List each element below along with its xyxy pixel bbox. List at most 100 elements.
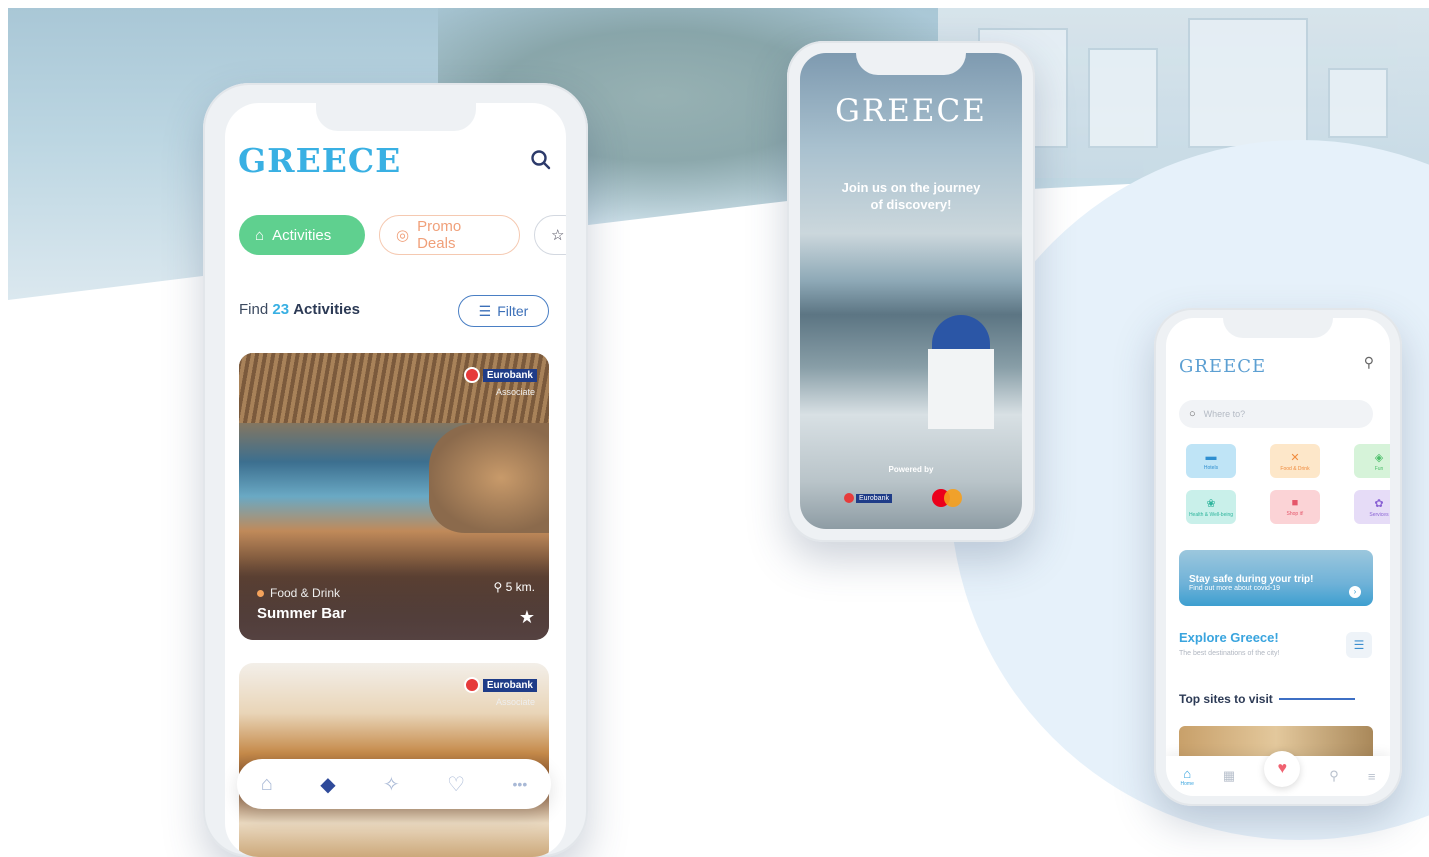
search-input[interactable]: ○ Where to?	[1179, 400, 1373, 428]
banner-subtitle: Find out more about covid-19	[1189, 585, 1281, 592]
phone-notch	[1223, 318, 1333, 338]
badge-sub: Associate	[495, 387, 535, 397]
tile-label: Fun	[1374, 465, 1384, 472]
explore-subtitle: The best destinations of the city!	[1179, 650, 1280, 657]
search-icon: ○	[1189, 408, 1196, 420]
eurobank-badge: Eurobank	[463, 367, 537, 383]
menu-icon[interactable]: ≡	[1368, 769, 1376, 784]
phone-home: GREECE ⚲ ○ Where to? ▬ Hotels ✕ Food & D…	[1154, 308, 1402, 806]
nav-home[interactable]: ⌂ Home	[1181, 766, 1194, 787]
category-shop[interactable]: ■ Shop it!	[1270, 490, 1320, 524]
church-building	[928, 349, 994, 429]
card-category: Food & Drink	[257, 586, 340, 600]
card-distance: ⚲ 5 km.	[494, 580, 535, 594]
search-placeholder: Where to?	[1203, 409, 1246, 419]
home-screen: GREECE ⚲ ○ Where to? ▬ Hotels ✕ Food & D…	[1166, 318, 1390, 796]
lotus-icon: ❀	[1206, 497, 1216, 510]
activities-screen: GREECE ⌂ Activities ◎ Promo Deals ☆ Find…	[225, 103, 566, 857]
bottom-nav: ⌂ Home ▦ ♥ ⚲ ≡	[1166, 751, 1390, 796]
find-suffix: Activities	[293, 301, 360, 318]
splash-logo: GREECE	[835, 93, 987, 129]
app-logo: GREECE	[1179, 356, 1267, 377]
bag-icon: ■	[1291, 497, 1299, 509]
find-count: 23	[272, 301, 290, 318]
sliders-icon[interactable]: ☰	[1346, 632, 1372, 658]
badge-label: Eurobank	[482, 368, 537, 382]
tile-label: Shop it!	[1286, 511, 1304, 517]
heart-icon[interactable]: ♡	[447, 772, 465, 797]
category-services[interactable]: ✿ Services	[1354, 490, 1390, 524]
phone-splash: GREECE Join us on the journey of discove…	[787, 41, 1035, 542]
covid-banner[interactable]: Stay safe during your trip! Find out mor…	[1179, 550, 1373, 606]
chip-promo-deals[interactable]: ◎ Promo Deals	[379, 215, 520, 255]
heading-rule	[1278, 698, 1355, 700]
category-fun[interactable]: ◈ Fun	[1354, 444, 1390, 478]
phone-activities: GREECE ⌂ Activities ◎ Promo Deals ☆ Find…	[203, 83, 588, 857]
category-hotels[interactable]: ▬ Hotels	[1186, 444, 1236, 478]
gear-icon: ✿	[1374, 497, 1384, 510]
location-pin-icon[interactable]: ⚲	[1364, 354, 1374, 371]
top-sites-label: Top sites to visit	[1179, 692, 1273, 706]
distance-label: 5 km.	[505, 580, 535, 594]
tile-label: Food & Drink	[1280, 465, 1310, 472]
cutlery-icon: ✕	[1290, 451, 1300, 464]
card-photo-rock	[429, 423, 549, 533]
map-pin-icon[interactable]: ⚲	[1329, 768, 1339, 784]
phone-notch	[315, 103, 476, 131]
powered-by-label: Powered by	[888, 465, 934, 474]
eurobank-logo: Eurobank	[844, 493, 892, 503]
card-title: Summer Bar	[257, 605, 347, 622]
tag-icon: ◎	[396, 227, 410, 244]
badge-sub: Associate	[495, 697, 535, 707]
tile-label: Health & Well-being	[1188, 511, 1234, 518]
bank-icon: ⌂	[255, 226, 265, 244]
store-icon[interactable]: ▦	[1223, 768, 1235, 784]
diamond-icon[interactable]: ◆	[320, 772, 335, 797]
banner-title: Stay safe during your trip!	[1189, 574, 1314, 585]
ticket-icon: ◈	[1374, 451, 1384, 464]
more-icon[interactable]: •••	[513, 776, 528, 792]
home-icon: ⌂	[1183, 765, 1192, 781]
activity-card[interactable]: Eurobank Associate Food & Drink Summer B…	[239, 353, 549, 640]
activities-count: Find 23 Activities	[239, 301, 360, 318]
top-sites-heading: Top sites to visit	[1179, 692, 1355, 706]
chip-activities[interactable]: ⌂ Activities	[239, 215, 365, 255]
chip-label: Promo Deals	[417, 218, 462, 252]
category-health[interactable]: ❀ Health & Well-being	[1186, 490, 1236, 524]
badge-label: Eurobank	[482, 678, 537, 692]
eurobank-logo-icon	[463, 367, 480, 383]
favorite-star-icon[interactable]: ★	[519, 607, 535, 628]
showcase-canvas: GREECE ⌂ Activities ◎ Promo Deals ☆ Find…	[0, 0, 1429, 857]
phone-notch	[856, 53, 966, 75]
eurobank-badge: Eurobank	[463, 677, 537, 693]
bottom-tab-bar: ⌂ ◆ ✧ ♡ •••	[237, 759, 551, 809]
filter-button[interactable]: ☰ Filter	[458, 295, 549, 327]
eurobank-mark-icon	[844, 493, 854, 503]
filter-label: Filter	[497, 303, 529, 319]
pin-icon: ⚲	[493, 580, 503, 594]
church-dome	[932, 315, 990, 351]
star-icon: ☆	[551, 227, 565, 244]
home-icon[interactable]: ⌂	[261, 773, 273, 796]
category-grid: ▬ Hotels ✕ Food & Drink ◈ Fun ❀ Health &…	[1186, 444, 1390, 524]
sponsor-logos: Eurobank	[844, 489, 962, 507]
category-dot	[257, 589, 264, 597]
chevron-right-icon: ›	[1349, 586, 1361, 598]
tagline-line-2: of discovery!	[870, 197, 952, 212]
mastercard-logo-icon	[931, 489, 962, 507]
chip-favorites[interactable]: ☆	[534, 215, 566, 255]
chip-label: Activities	[272, 226, 332, 244]
tile-label: Hotels	[1203, 465, 1219, 471]
tagline-line-1: Join us on the journey	[841, 180, 981, 195]
explore-title: Explore Greece!	[1179, 630, 1279, 645]
app-logo: GREECE	[238, 141, 402, 180]
category-label: Food & Drink	[270, 586, 341, 600]
card-overlay	[239, 560, 549, 640]
heart-icon[interactable]: ♥	[1264, 751, 1301, 787]
sliders-icon: ☰	[478, 302, 492, 319]
category-food-drink[interactable]: ✕ Food & Drink	[1270, 444, 1320, 478]
splash-screen: GREECE Join us on the journey of discove…	[800, 53, 1022, 529]
search-icon[interactable]	[530, 149, 552, 171]
bed-icon: ▬	[1205, 451, 1217, 463]
puzzle-icon[interactable]: ✧	[383, 772, 400, 797]
